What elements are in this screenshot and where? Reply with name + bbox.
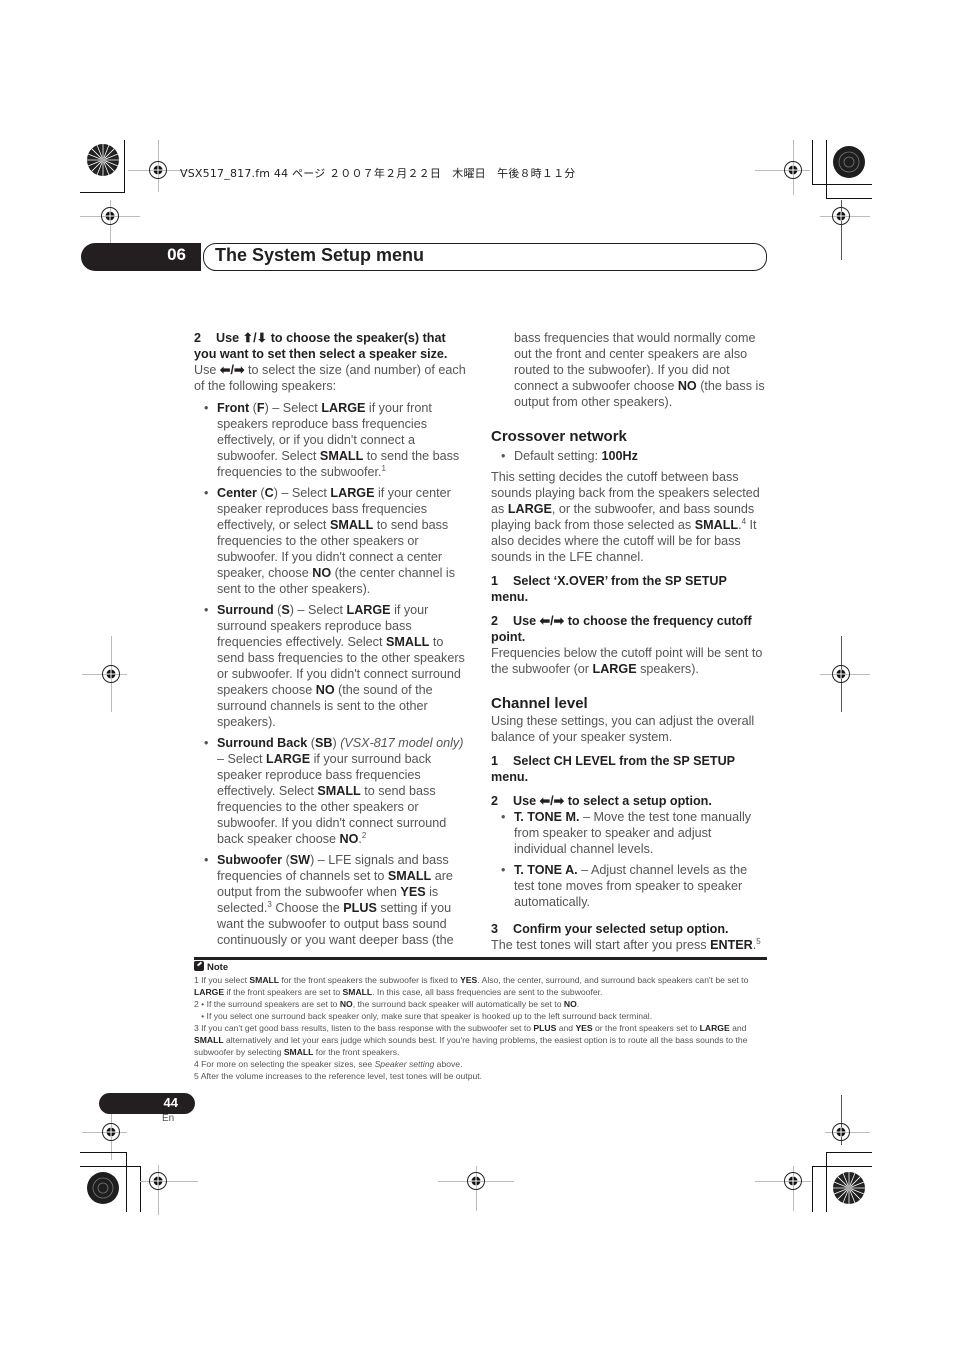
crop-mark bbox=[80, 1152, 127, 1153]
speaker-abbr: SB bbox=[314, 736, 333, 750]
registration-mark-icon bbox=[101, 1122, 121, 1142]
note-item: 1 If you select SMALL for the front spea… bbox=[194, 975, 749, 997]
page-number: 44 bbox=[163, 1095, 178, 1110]
speaker-name: Subwoofer bbox=[217, 853, 283, 867]
chapter-title: The System Setup menu bbox=[215, 245, 425, 265]
left-right-arrow-icon: ⬅/➡ bbox=[219, 363, 245, 377]
right-column: bass frequencies that would normally com… bbox=[491, 330, 767, 953]
footnote-ref: 2 bbox=[361, 830, 367, 840]
option-test-tone-auto: T. TONE A. – Adjust channel levels as th… bbox=[501, 862, 767, 910]
crop-mark bbox=[812, 184, 872, 185]
subwoofer-continuation: bass frequencies that would normally com… bbox=[514, 331, 765, 409]
confirm-description: The test tones will start after you pres… bbox=[491, 936, 761, 952]
speaker-item: Front (F) – Select LARGE if your front s… bbox=[204, 400, 470, 480]
setup-option-list: T. TONE M. – Move the test tone manually… bbox=[491, 809, 767, 910]
speaker-abbr: SW bbox=[289, 853, 311, 867]
speaker-item: Subwoofer (SW) – LFE signals and bass fr… bbox=[204, 852, 470, 948]
speaker-item: Surround (S) – Select LARGE if your surr… bbox=[204, 602, 470, 730]
step-choose-speaker: 2 Use ⬆/⬇ to choose the speaker(s) that y… bbox=[194, 331, 448, 361]
note-heading: Note bbox=[194, 961, 769, 974]
speaker-abbr: C bbox=[264, 486, 274, 500]
footnote-ref: 5 bbox=[756, 936, 761, 946]
note-items: 1 If you select SMALL for the front spea… bbox=[194, 974, 769, 1082]
registration-mark-icon bbox=[101, 664, 121, 684]
starburst-registration-icon bbox=[86, 1171, 120, 1205]
note-item: 5 After the volume increases to the refe… bbox=[194, 1071, 483, 1081]
left-right-arrow-icon: ⬅/➡ bbox=[539, 614, 565, 628]
notes-section: Note 1 If you select SMALL for the front… bbox=[194, 961, 769, 1082]
step-confirm: 3 Confirm your selected setup option. bbox=[491, 922, 729, 936]
crossover-description: This setting decides the cutoff between … bbox=[491, 470, 760, 564]
up-down-arrow-icon: ⬆/⬇ bbox=[242, 331, 268, 345]
step-body: Use ⬅/➡ to select the size (and number) … bbox=[194, 363, 466, 393]
note-pencil-icon bbox=[194, 961, 204, 971]
step-choose-cutoff: 2 Use ⬅/➡ to choose the frequency cutoff … bbox=[491, 614, 752, 644]
registration-mark-icon bbox=[148, 160, 168, 180]
crop-mark bbox=[126, 1152, 127, 1212]
file-header: VSX517_817.fm 44 ページ ２００７年２月２２日 木曜日 午後８時… bbox=[180, 167, 576, 180]
chapter-number: 06 bbox=[167, 245, 186, 264]
starburst-registration-icon bbox=[832, 145, 866, 179]
speaker-name: Surround Back bbox=[217, 736, 308, 750]
registration-mark-icon bbox=[831, 664, 851, 684]
default-value: 100Hz bbox=[601, 449, 638, 463]
channel-level-description: Using these settings, you can adjust the… bbox=[491, 714, 755, 744]
footnote-ref: 1 bbox=[381, 463, 386, 473]
note-divider bbox=[194, 957, 767, 960]
registration-mark-icon bbox=[100, 206, 120, 226]
left-right-arrow-icon: ⬅/➡ bbox=[539, 794, 565, 808]
crop-mark bbox=[80, 1166, 141, 1167]
crop-mark bbox=[826, 198, 872, 199]
starburst-registration-icon bbox=[832, 1171, 866, 1205]
default-setting: Default setting: 100Hz bbox=[501, 448, 767, 464]
speaker-item: Surround Back (SB) (VSX-817 model only) … bbox=[204, 735, 470, 847]
crop-mark bbox=[826, 1152, 827, 1212]
crop-mark bbox=[124, 140, 125, 192]
step-select-ch-level: 1 Select CH LEVEL from the SP SETUP menu. bbox=[491, 754, 735, 784]
crop-mark bbox=[140, 1166, 141, 1212]
note-item: • If you select one surround back speake… bbox=[194, 1011, 653, 1021]
crop-mark bbox=[826, 140, 827, 198]
crop-mark bbox=[812, 1166, 872, 1167]
speaker-abbr: S bbox=[281, 603, 290, 617]
section-heading-crossover: Crossover network bbox=[491, 428, 627, 445]
registration-mark-icon bbox=[831, 206, 851, 226]
crop-mark bbox=[80, 192, 125, 193]
crop-mark bbox=[812, 1166, 813, 1212]
registration-mark-icon bbox=[466, 1171, 486, 1191]
note-item: 2 • If the surround speakers are set to … bbox=[194, 999, 580, 1009]
speaker-name: Surround bbox=[217, 603, 274, 617]
note-item: 4 For more on selecting the speaker size… bbox=[194, 1059, 463, 1069]
default-setting-list: Default setting: 100Hz bbox=[491, 448, 767, 464]
left-column: 2 Use ⬆/⬇ to choose the speaker(s) that y… bbox=[194, 330, 470, 953]
speaker-name: Front bbox=[217, 401, 250, 415]
registration-mark-icon bbox=[783, 160, 803, 180]
step-select-option: 2 Use ⬅/➡ to select a setup option. bbox=[491, 794, 712, 808]
registration-mark-icon bbox=[148, 1171, 168, 1191]
starburst-registration-icon bbox=[86, 143, 120, 177]
speaker-name: Center bbox=[217, 486, 257, 500]
speaker-abbr: F bbox=[256, 401, 265, 415]
speaker-list: Front (F) – Select LARGE if your front s… bbox=[194, 400, 470, 948]
option-test-tone-manual: T. TONE M. – Move the test tone manually… bbox=[501, 809, 767, 857]
cutoff-description: Frequencies below the cutoff point will … bbox=[491, 646, 763, 676]
section-heading-channel-level: Channel level bbox=[491, 695, 588, 712]
step-select-xover: 1 Select ‘X.OVER’ from the SP SETUP menu. bbox=[491, 574, 727, 604]
registration-mark-icon bbox=[831, 1122, 851, 1142]
crop-mark bbox=[826, 1152, 872, 1153]
crop-mark bbox=[812, 140, 813, 184]
note-item: 3 If you can't get good bass results, li… bbox=[194, 1023, 748, 1057]
registration-mark-icon bbox=[783, 1171, 803, 1191]
page-language: En bbox=[162, 1113, 175, 1124]
speaker-item: Center (C) – Select LARGE if your center… bbox=[204, 485, 470, 597]
